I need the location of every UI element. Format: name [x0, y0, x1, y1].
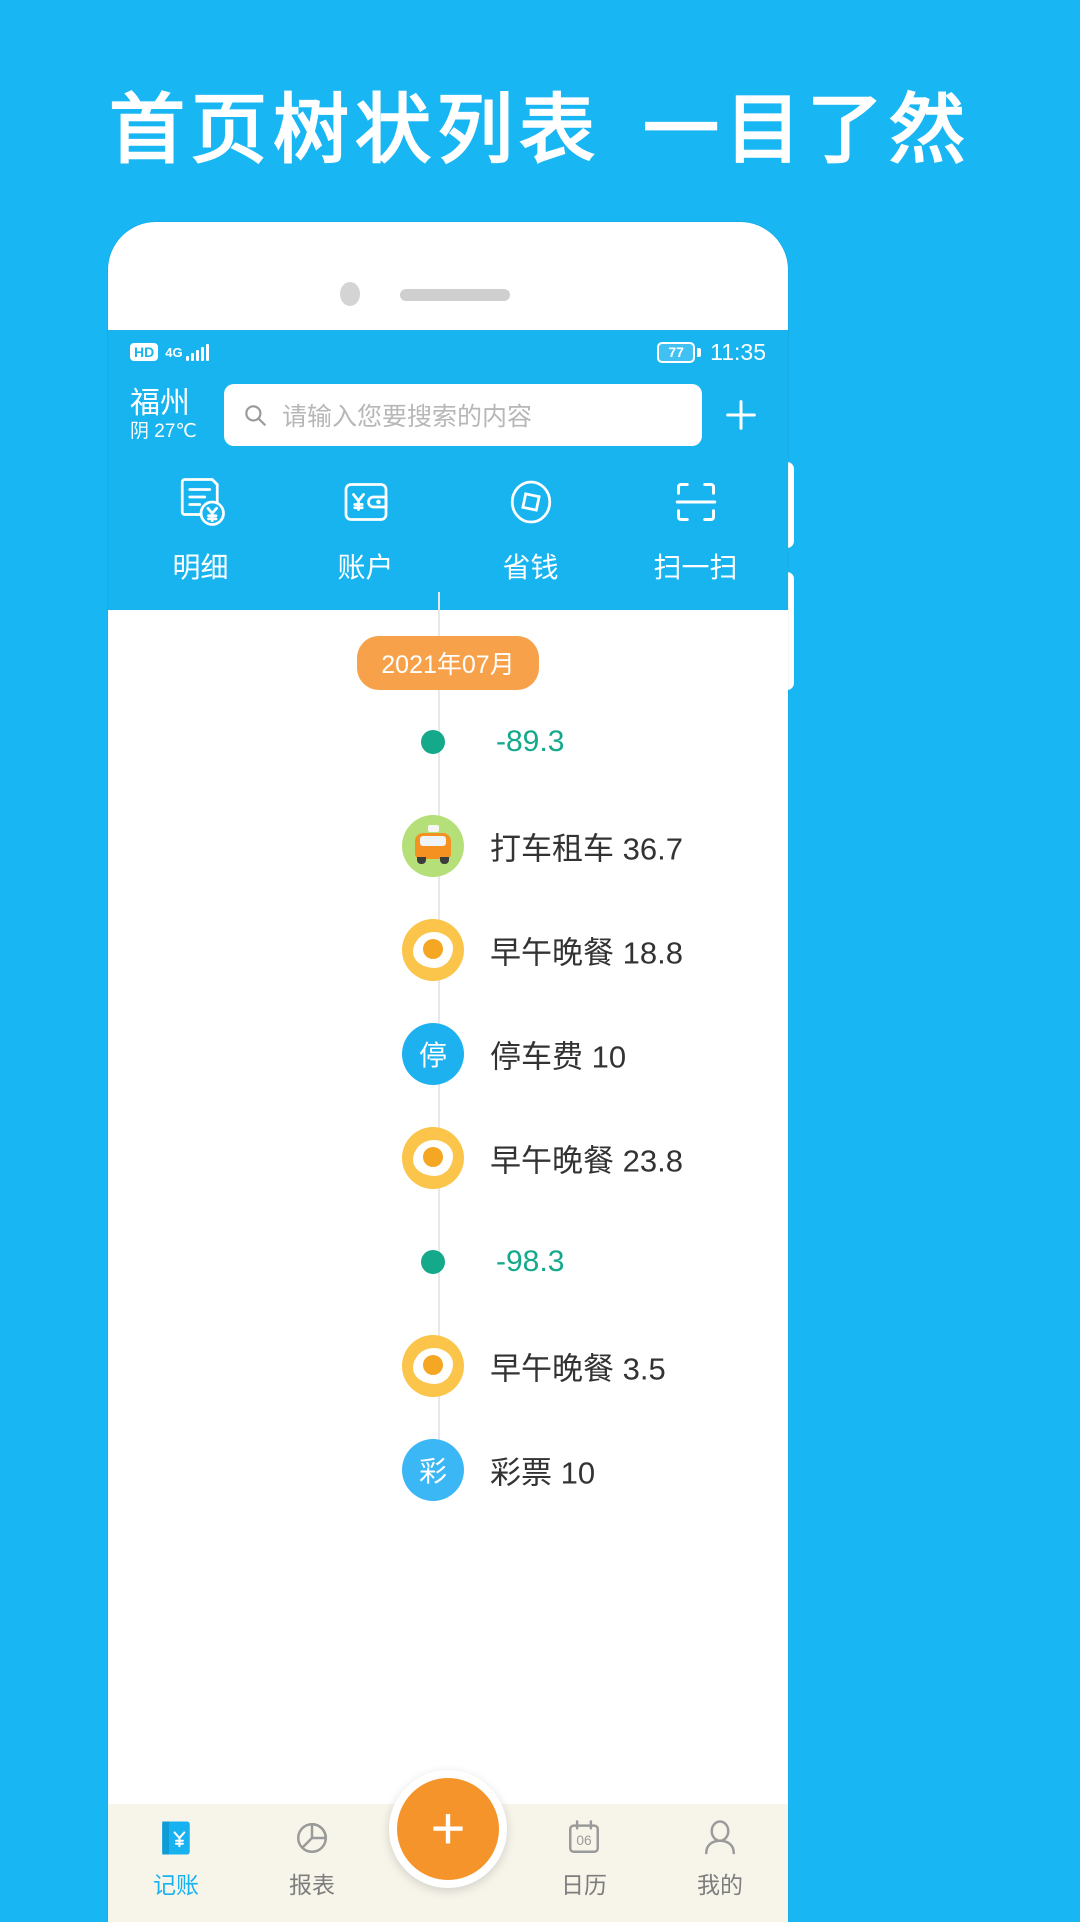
timeline-entry[interactable]: 早午晚餐 23.8	[108, 1106, 788, 1210]
quick-action-label: 扫一扫	[653, 552, 738, 583]
status-bar: HD 4G 77 11:35	[108, 330, 788, 374]
quick-action-label: 省钱	[502, 552, 559, 583]
hd-icon: HD	[130, 342, 159, 362]
add-transaction-fab[interactable]: +	[389, 1770, 507, 1888]
lottery-icon: 彩	[402, 1439, 464, 1501]
timeline-day-summary[interactable]: 今天 -89.3	[108, 690, 788, 794]
month-badge-wrap: 2021年07月	[108, 610, 788, 690]
nav-item-profile[interactable]: 我的	[652, 1816, 788, 1900]
timeline-entry[interactable]: 早午晚餐 3.5	[108, 1314, 788, 1418]
quick-action-account[interactable]: 账户	[283, 472, 448, 586]
timeline-entry[interactable]: 早午晚餐 18.8	[108, 898, 788, 1002]
ledger-icon	[162, 1821, 190, 1855]
day-amount: -98.3	[496, 1245, 565, 1278]
person-icon	[705, 1820, 735, 1855]
location-weather[interactable]: 福州 阴 27℃	[130, 388, 210, 442]
timeline: 2021年07月 今天 -89.3 打车租车 36.7 早午晚餐 18.8 停 …	[108, 592, 788, 1501]
svg-text:06: 06	[576, 1833, 592, 1848]
timeline-dot-icon	[421, 730, 445, 754]
page-title-left: 首页树状列表	[109, 85, 601, 174]
timeline-entry[interactable]: 停 停车费 10	[108, 1002, 788, 1106]
nav-label: 报表	[289, 1872, 335, 1898]
day-amount: -89.3	[496, 725, 565, 758]
phone-notch	[108, 222, 788, 330]
timeline-dot-icon	[421, 1250, 445, 1274]
pie-chart-icon	[297, 1823, 327, 1853]
nav-label: 记账	[153, 1872, 199, 1898]
front-camera-icon	[340, 282, 360, 306]
app-header: HD 4G 77 11:35 福州 阴 27℃ 请输入您要搜索的内容 明细 账户…	[108, 330, 788, 610]
egg-icon	[402, 1335, 464, 1397]
search-icon	[245, 405, 266, 426]
signal-icon: 4G	[165, 343, 209, 361]
timeline-entry[interactable]: 彩 彩票 10	[108, 1418, 788, 1522]
search-placeholder: 请输入您要搜索的内容	[282, 403, 533, 431]
city-label: 福州	[130, 386, 190, 420]
plus-icon	[726, 400, 756, 430]
entry-text: 打车租车 36.7	[490, 831, 683, 867]
quick-actions: 明细 账户 省钱 扫一扫	[108, 446, 788, 592]
nav-item-report[interactable]: 报表	[244, 1816, 380, 1900]
battery-icon: 77	[657, 341, 702, 363]
entry-text: 停车费 10	[490, 1039, 627, 1075]
timeline-day-summary[interactable]: 昨天 -98.3	[108, 1210, 788, 1314]
quick-action-save[interactable]: 省钱	[448, 472, 613, 586]
battery-level-label: 77	[657, 341, 696, 363]
parking-icon: 停	[402, 1023, 464, 1085]
entry-text: 彩票 10	[490, 1455, 596, 1491]
egg-icon	[402, 919, 464, 981]
weather-label: 阴 27℃	[130, 421, 197, 443]
network-type-label: 4G	[165, 344, 183, 360]
page-title: 首页树状列表 一目了然	[0, 68, 1080, 178]
coin-circle-icon	[510, 480, 551, 524]
month-badge[interactable]: 2021年07月	[357, 636, 539, 690]
quick-action-label: 明细	[172, 552, 229, 583]
quick-action-label: 账户	[337, 552, 394, 583]
timeline-entry[interactable]: 打车租车 36.7	[108, 794, 788, 898]
nav-label: 日历	[561, 1872, 607, 1898]
taxi-icon	[402, 815, 464, 877]
nav-item-ledger[interactable]: 记账	[108, 1816, 244, 1900]
entry-text: 早午晚餐 18.8	[490, 935, 683, 971]
page-title-right: 一目了然	[643, 85, 971, 174]
egg-icon	[402, 1127, 464, 1189]
calendar-icon: 06	[569, 1820, 599, 1853]
bottom-navigation: 记账 报表 06 日历 我的 +	[108, 1770, 788, 1922]
entry-text: 早午晚餐 3.5	[490, 1351, 666, 1387]
receipt-yuan-icon	[180, 478, 225, 526]
scan-frame-icon	[675, 483, 716, 521]
search-row: 福州 阴 27℃ 请输入您要搜索的内容	[108, 374, 788, 446]
earpiece-speaker-icon	[400, 289, 510, 301]
quick-action-detail[interactable]: 明细	[118, 472, 283, 586]
wallet-yuan-icon	[344, 483, 387, 521]
search-input[interactable]: 请输入您要搜索的内容	[224, 384, 702, 446]
nav-item-calendar[interactable]: 06 日历	[516, 1816, 652, 1900]
entry-text: 早午晚餐 23.8	[490, 1143, 683, 1179]
phone-mockup: HD 4G 77 11:35 福州 阴 27℃ 请输入您要搜索的内容 明细 账户…	[108, 222, 788, 1922]
add-record-button[interactable]	[716, 395, 766, 435]
status-bar-clock: 11:35	[710, 338, 766, 365]
quick-action-scan[interactable]: 扫一扫	[613, 472, 778, 586]
signal-bars-icon	[185, 343, 209, 361]
nav-label: 我的	[697, 1872, 743, 1898]
